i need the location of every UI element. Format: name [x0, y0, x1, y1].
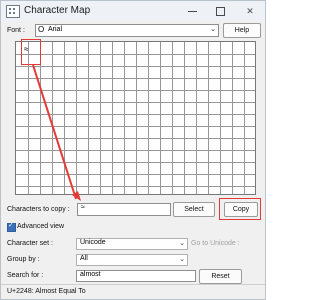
- grid-column-line: [124, 42, 125, 194]
- font-label: Font :: [7, 27, 25, 34]
- grid-column-line: [232, 42, 233, 194]
- search-value: almost: [80, 271, 101, 278]
- grid-row-line: [16, 102, 255, 103]
- grid-row-line: [16, 114, 255, 115]
- character-highlight-box: [21, 39, 41, 65]
- grid-column-line: [100, 42, 101, 194]
- grid-row-line: [16, 90, 255, 91]
- grid-row-line: [16, 150, 255, 151]
- grid-column-line: [88, 42, 89, 194]
- grid-column-line: [64, 42, 65, 194]
- grid-row-line: [16, 54, 255, 55]
- minimize-icon: [188, 11, 197, 12]
- grid-column-line: [220, 42, 221, 194]
- close-icon: ✕: [246, 6, 254, 16]
- character-set-dropdown[interactable]: Unicode ⌄: [76, 238, 188, 250]
- grid-row-line: [16, 162, 255, 163]
- minimize-button[interactable]: [182, 1, 204, 21]
- help-button[interactable]: Help: [223, 23, 261, 38]
- grid-column-line: [244, 42, 245, 194]
- grid-column-line: [208, 42, 209, 194]
- maximize-button[interactable]: [210, 1, 232, 21]
- group-by-label: Group by :: [7, 256, 40, 263]
- font-value: Arial: [48, 26, 63, 33]
- advanced-view-checkbox[interactable]: [7, 221, 16, 232]
- font-dropdown[interactable]: O Arial ⌄: [35, 24, 219, 37]
- grid-row-line: [16, 138, 255, 139]
- characters-to-copy-label: Characters to copy :: [7, 206, 70, 213]
- character-grid[interactable]: ≈: [15, 41, 256, 195]
- search-input[interactable]: almost: [76, 270, 196, 282]
- character-set-value: Unicode: [80, 239, 106, 246]
- chevron-down-icon: ⌄: [179, 256, 185, 263]
- grid-row-line: [16, 174, 255, 175]
- grid-column-line: [196, 42, 197, 194]
- characters-to-copy-value: ≈: [81, 204, 85, 211]
- group-by-dropdown[interactable]: All ⌄: [76, 254, 188, 266]
- grid-row-line: [16, 66, 255, 67]
- grid-column-line: [52, 42, 53, 194]
- app-icon: [6, 5, 20, 18]
- grid-column-line: [160, 42, 161, 194]
- title-bar: Character Map ✕: [1, 1, 265, 21]
- select-button[interactable]: Select: [173, 202, 215, 217]
- chevron-down-icon: ⌄: [210, 26, 216, 33]
- window-title: Character Map: [24, 5, 91, 16]
- grid-row-line: [16, 186, 255, 187]
- grid-column-line: [184, 42, 185, 194]
- grid-column-line: [172, 42, 173, 194]
- grid-column-line: [148, 42, 149, 194]
- chevron-down-icon: ⌄: [179, 240, 185, 247]
- maximize-icon: [216, 7, 225, 16]
- go-to-unicode-label: Go to Unicode :: [191, 240, 240, 247]
- characters-to-copy-input[interactable]: ≈: [77, 203, 171, 216]
- copy-button[interactable]: Copy: [224, 202, 258, 217]
- grid-column-line: [136, 42, 137, 194]
- grid-column-line: [112, 42, 113, 194]
- character-set-label: Character set :: [7, 240, 53, 247]
- grid-row-line: [16, 78, 255, 79]
- font-type-icon: O: [38, 25, 45, 34]
- group-by-value: All: [80, 255, 88, 262]
- search-for-label: Search for :: [7, 272, 44, 279]
- character-map-window: Character Map ✕ Font : O Arial ⌄ Help ≈ …: [0, 0, 266, 300]
- status-text: U+2248: Almost Equal To: [7, 288, 86, 295]
- grid-row-line: [16, 126, 255, 127]
- advanced-view-label: Advanced view: [17, 223, 65, 230]
- close-button[interactable]: ✕: [239, 1, 261, 21]
- reset-button[interactable]: Reset: [199, 269, 242, 284]
- grid-column-line: [76, 42, 77, 194]
- status-bar: U+2248: Almost Equal To: [1, 284, 265, 299]
